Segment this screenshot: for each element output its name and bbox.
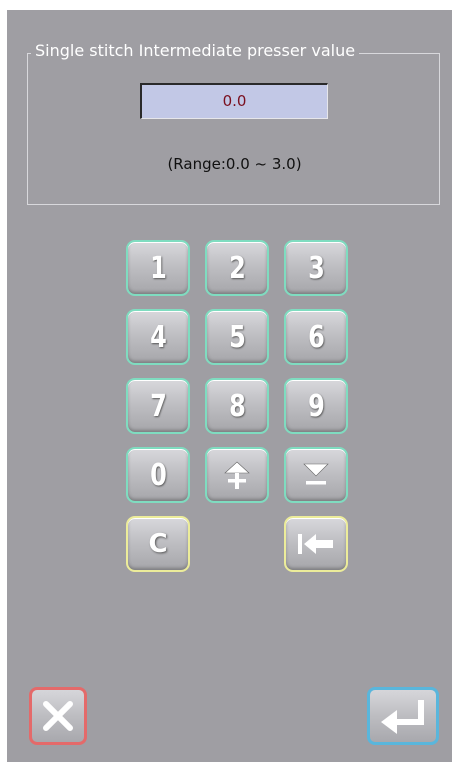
key-0[interactable]: 0 (126, 447, 190, 503)
backspace-arrow-icon (296, 531, 336, 557)
up-arrow-plus-icon (220, 458, 254, 492)
key-8[interactable]: 8 (205, 378, 269, 434)
key-6-label: 6 (307, 319, 325, 355)
key-4[interactable]: 4 (126, 309, 190, 365)
key-9[interactable]: 9 (284, 378, 348, 434)
key-4-label: 4 (149, 319, 167, 355)
key-6[interactable]: 6 (284, 309, 348, 365)
screen: Single stitch Intermediate presser value… (7, 10, 452, 762)
key-1-label: 1 (149, 250, 167, 286)
key-2-label: 2 (228, 250, 246, 286)
key-9-label: 9 (307, 388, 325, 424)
key-5-label: 5 (228, 319, 246, 355)
key-3[interactable]: 3 (284, 240, 348, 296)
clear-label: C (148, 529, 168, 559)
key-3-label: 3 (307, 250, 325, 286)
key-0-label: 0 (149, 457, 167, 493)
value-input[interactable]: 0.0 (140, 83, 328, 119)
range-label: (Range:0.0 ~ 3.0) (167, 155, 302, 173)
confirm-button[interactable] (367, 687, 439, 745)
clear-button[interactable]: C (126, 516, 190, 572)
presser-value-group (27, 53, 440, 205)
key-5[interactable]: 5 (205, 309, 269, 365)
cancel-button[interactable] (29, 687, 87, 745)
key-1[interactable]: 1 (126, 240, 190, 296)
backspace-button[interactable] (284, 516, 348, 572)
down-arrow-minus-icon (299, 458, 333, 492)
close-x-icon (41, 699, 75, 733)
group-title: Single stitch Intermediate presser value (31, 40, 360, 62)
key-8-label: 8 (228, 388, 246, 424)
increase-button[interactable] (205, 447, 269, 503)
key-2[interactable]: 2 (205, 240, 269, 296)
decrease-button[interactable] (284, 447, 348, 503)
key-7-label: 7 (149, 388, 167, 424)
enter-return-icon (375, 696, 431, 736)
key-7[interactable]: 7 (126, 378, 190, 434)
